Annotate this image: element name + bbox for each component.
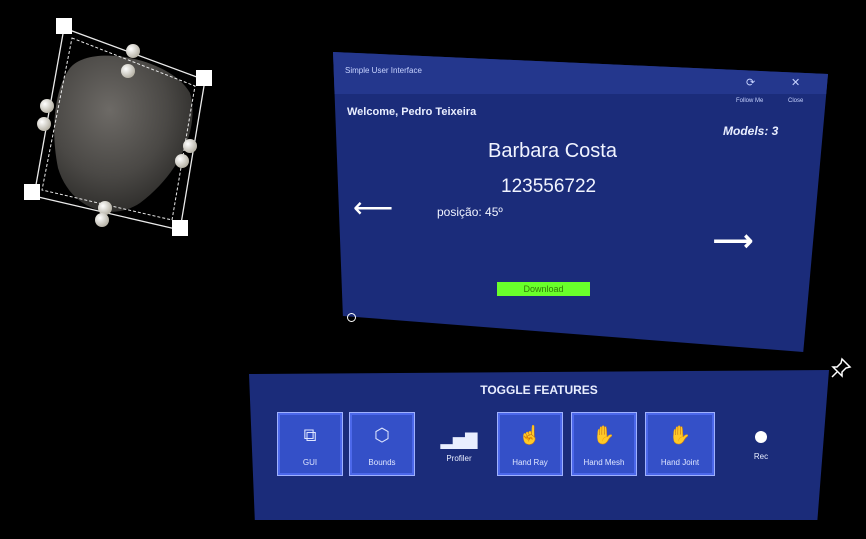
hand-joint-toggle-button[interactable]: ✋ Hand Joint — [645, 412, 715, 476]
pin-icon[interactable] — [830, 357, 852, 379]
record-label: Rec — [753, 452, 769, 461]
cube-icon: ⬡ — [374, 425, 390, 445]
record-toggle-button[interactable]: Rec — [731, 430, 791, 461]
welcome-text: Welcome, Pedro Teixeira — [347, 106, 477, 118]
hand-ray-icon: ☝ — [518, 425, 542, 445]
gui-icon: ⧉ — [303, 425, 317, 445]
profiler-icon: ▂▅▇ — [440, 432, 478, 449]
title-bar: Simple User Interface ⟳ Follow Me ✕ Clos… — [333, 52, 828, 104]
close-icon[interactable]: ✕ — [791, 76, 800, 89]
patient-id: 123556722 — [501, 176, 597, 197]
close-label: Close — [788, 98, 804, 104]
profiler-label: Profiler — [446, 454, 472, 463]
cursor-circle-icon — [347, 313, 356, 322]
bounds-toggle-button[interactable]: ⬡ Bounds — [349, 412, 415, 476]
hand-joint-icon: ✋ — [668, 425, 692, 445]
download-button[interactable]: Download — [497, 282, 590, 296]
next-arrow-icon[interactable]: ⟶ — [713, 224, 753, 257]
hand-ray-toggle-button[interactable]: ☝ Hand Ray — [497, 412, 563, 476]
hand-mesh-icon: ✋ — [592, 425, 616, 445]
bounds-label: Bounds — [368, 458, 396, 467]
3d-object-with-bounds[interactable] — [10, 8, 225, 243]
hand-joint-label: Hand Joint — [660, 458, 700, 467]
follow-icon[interactable]: ⟳ — [746, 76, 755, 89]
gui-toggle-button[interactable]: ⧉ GUI — [277, 412, 343, 476]
patient-name: Barbara Costa — [488, 140, 617, 162]
window-title: Simple User Interface — [345, 66, 422, 75]
profiler-toggle-button[interactable]: ▂▅▇ Profiler — [429, 430, 489, 463]
hand-mesh-label: Hand Mesh — [583, 458, 625, 467]
main-panel: Simple User Interface ⟳ Follow Me ✕ Clos… — [333, 52, 828, 352]
previous-arrow-icon[interactable]: ⟵ — [353, 191, 393, 224]
position-text: posição: 45º — [437, 205, 503, 219]
record-icon — [731, 430, 791, 448]
hand-mesh-toggle-button[interactable]: ✋ Hand Mesh — [571, 412, 637, 476]
hand-ray-label: Hand Ray — [512, 458, 548, 467]
models-count: Models: 3 — [723, 124, 779, 138]
toggle-features-panel: TOGGLE FEATURES ⧉ GUI ⬡ Bounds ▂▅▇ Profi… — [249, 370, 829, 520]
toggle-features-title: TOGGLE FEATURES — [480, 383, 598, 397]
follow-label: Follow Me — [736, 98, 764, 104]
gui-label: GUI — [302, 458, 318, 467]
